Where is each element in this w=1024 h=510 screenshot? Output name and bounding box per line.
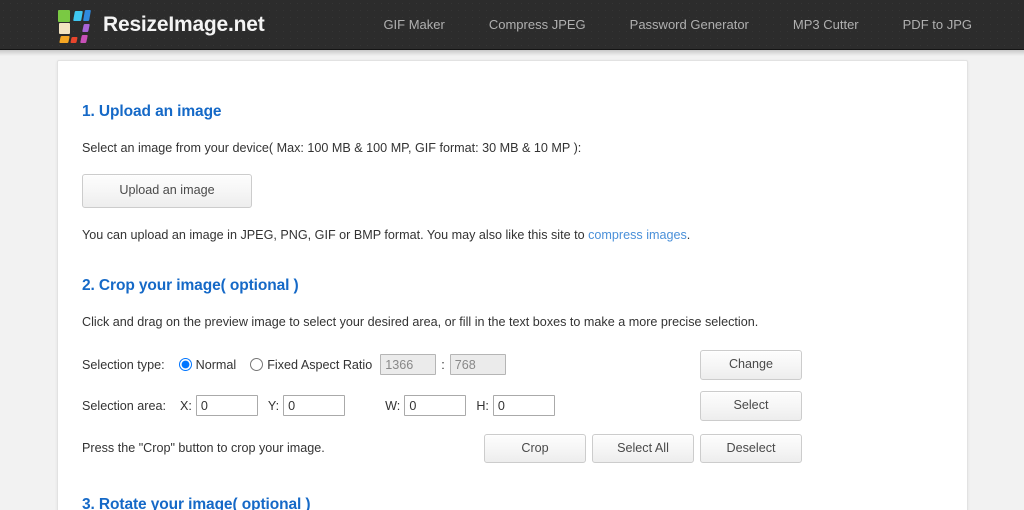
nav-pdf-to-jpg[interactable]: PDF to JPG [893, 11, 982, 38]
select-button-wrap: Select [700, 390, 802, 421]
content-card: 1. Upload an image Select an image from … [57, 60, 968, 510]
selection-h-input[interactable] [492, 395, 555, 417]
section-2-title: 2. Crop your image( optional ) [82, 276, 299, 294]
section-1-description: Select an image from your device( Max: 1… [82, 141, 582, 155]
w-label: W: [385, 398, 401, 413]
y-label: Y: [267, 398, 280, 413]
crop-button[interactable]: Crop [484, 433, 586, 464]
h-label: H: [476, 398, 489, 413]
site-header: ResizeImage.net GIF Maker Compress JPEG … [0, 0, 1024, 56]
deselect-button[interactable]: Deselect [700, 433, 802, 464]
nav-gif-maker[interactable]: GIF Maker [373, 11, 454, 38]
change-button-wrap: Change [700, 349, 802, 380]
change-button[interactable]: Change [700, 349, 802, 380]
aspect-ratio-height-input[interactable] [449, 354, 506, 376]
selection-type-row: Selection type: Normal Fixed Aspect Rati… [58, 349, 967, 380]
section-1-note-suffix: . [686, 227, 691, 242]
select-all-button[interactable]: Select All [592, 433, 694, 464]
upload-an-image-button[interactable]: Upload an image [82, 174, 252, 208]
selection-area-label: Selection area: [82, 398, 167, 413]
nav-mp3-cutter[interactable]: MP3 Cutter [783, 11, 869, 38]
section-2-description: Click and drag on the preview image to s… [82, 314, 759, 329]
ratio-separator: : [441, 357, 445, 372]
brand-name: ResizeImage.net [103, 12, 265, 36]
nav-compress-jpeg[interactable]: Compress JPEG [479, 11, 596, 38]
selection-x-input[interactable] [195, 395, 258, 417]
resizeimage-logo-icon [58, 9, 92, 43]
radio-selection-normal[interactable]: Normal [178, 357, 237, 372]
selection-w-input[interactable] [404, 395, 467, 417]
crop-actions-row: Press the "Crop" button to crop your ima… [58, 433, 967, 464]
select-button[interactable]: Select [700, 390, 802, 421]
section-3-title: 3. Rotate your image( optional ) [82, 496, 311, 510]
section-1-title: 1. Upload an image [82, 103, 222, 120]
section-1-note: You can upload an image in JPEG, PNG, GI… [58, 208, 967, 244]
selection-y-input[interactable] [283, 395, 346, 417]
aspect-ratio-width-input[interactable] [380, 354, 437, 376]
page-body: 1. Upload an image Select an image from … [0, 50, 1024, 510]
main-navigation: GIF Maker Compress JPEG Password Generat… [361, 11, 994, 38]
radio-selection-fixed-aspect-input[interactable] [250, 358, 264, 372]
compress-images-link[interactable]: compress images [588, 228, 687, 242]
radio-selection-normal-input[interactable] [178, 358, 192, 372]
x-label: X: [180, 398, 192, 413]
radio-selection-normal-label: Normal [195, 357, 237, 372]
nav-password-generator[interactable]: Password Generator [620, 11, 759, 38]
crop-hint-text: Press the "Crop" button to crop your ima… [82, 441, 325, 456]
radio-selection-fixed-aspect-label: Fixed Aspect Ratio [267, 357, 373, 372]
section-1-note-prefix: You can upload an image in JPEG, PNG, GI… [82, 227, 589, 242]
selection-type-label: Selection type: [82, 357, 165, 372]
crop-buttons-group: Crop Select All Deselect [484, 433, 802, 464]
radio-selection-fixed-aspect[interactable]: Fixed Aspect Ratio [250, 358, 372, 372]
brand-logo-link[interactable]: ResizeImage.net [58, 9, 265, 43]
selection-area-row: Selection area: X: Y: W: H: Select [58, 390, 967, 421]
